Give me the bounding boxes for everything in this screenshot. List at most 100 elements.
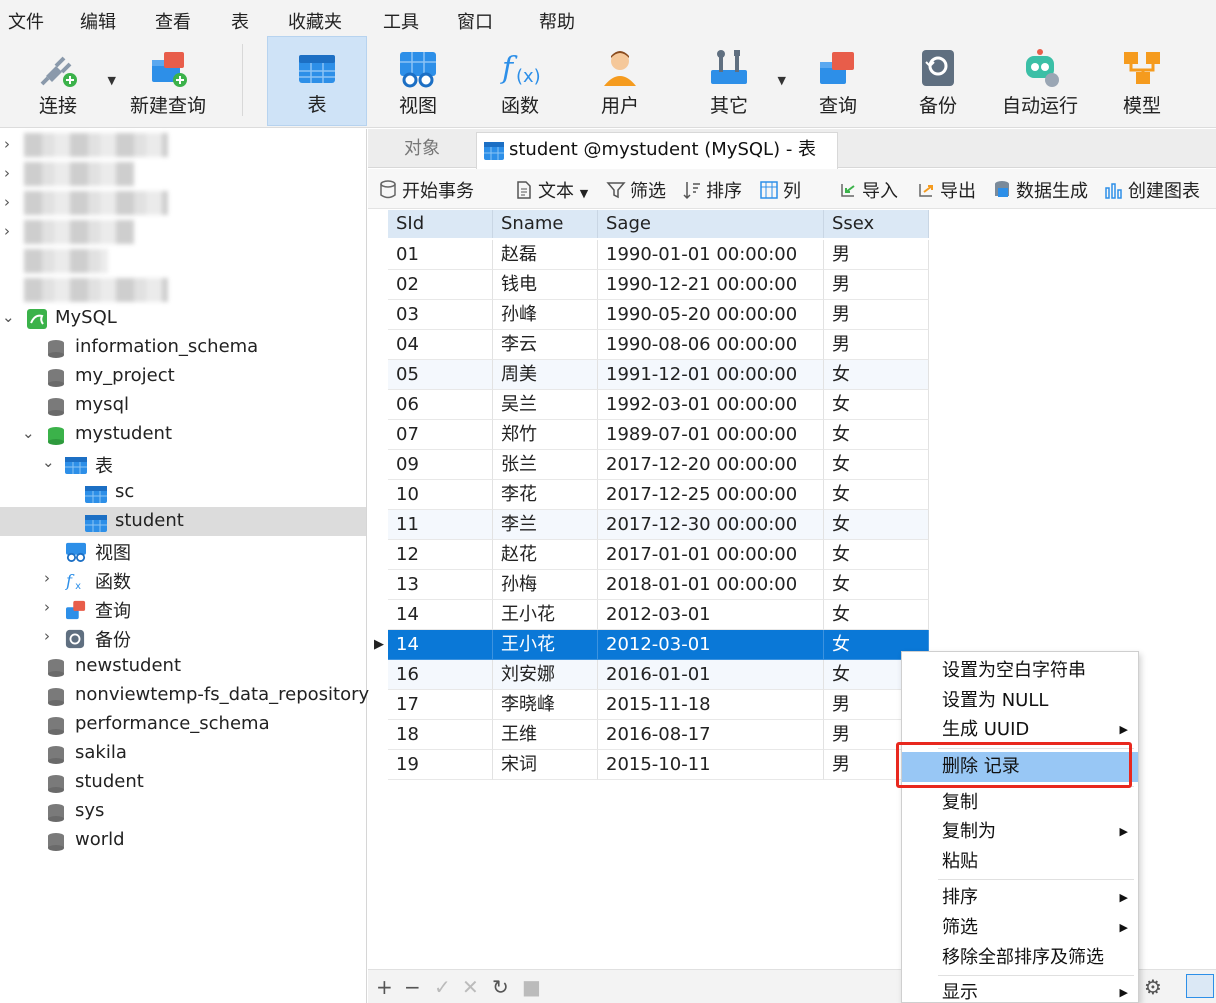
cell-sname[interactable]: 李花 [493, 480, 598, 510]
tree-db-my-project[interactable]: my_project [0, 362, 366, 391]
cell-sage[interactable]: 2012-03-01 [598, 630, 824, 660]
tree-backups-folder[interactable]: › 备份 [0, 623, 366, 652]
cell-sname[interactable]: 王小花 [493, 630, 598, 660]
cell-ssex[interactable]: 女 [824, 510, 929, 540]
cell-sname[interactable]: 孙峰 [493, 300, 598, 330]
column-header-sid[interactable]: SId [388, 210, 493, 238]
begin-transaction-button[interactable]: 开始事务 [378, 177, 474, 203]
cell-sid[interactable]: 13 [388, 570, 493, 600]
model-button[interactable]: 模型 [1100, 36, 1184, 126]
cell-sname[interactable]: 王维 [493, 720, 598, 750]
menu-display[interactable]: 显示 ▶ [902, 978, 1138, 1003]
chevron-right-icon[interactable]: › [44, 598, 50, 616]
cell-sname[interactable]: 赵磊 [493, 240, 598, 270]
tab-objects[interactable]: 对象 [372, 133, 472, 168]
menu-edit[interactable]: 编辑 [80, 8, 116, 34]
cell-ssex[interactable]: 女 [824, 360, 929, 390]
cell-sage[interactable]: 2017-12-20 00:00:00 [598, 450, 824, 480]
filter-button[interactable]: 筛选 [606, 177, 666, 203]
tree-db-sakila[interactable]: sakila [0, 739, 366, 768]
chevron-right-icon[interactable]: › [4, 193, 10, 211]
menu-filter[interactable]: 筛选 ▶ [902, 913, 1138, 943]
cell-sid[interactable]: 18 [388, 720, 493, 750]
tree-table-sc[interactable]: sc [0, 478, 366, 507]
cell-sage[interactable]: 2015-10-11 [598, 750, 824, 780]
discard-changes-icon[interactable]: ✕ [462, 975, 479, 999]
cell-sage[interactable]: 1990-01-01 00:00:00 [598, 240, 824, 270]
menu-help[interactable]: 帮助 [539, 8, 575, 34]
cell-sname[interactable]: 钱电 [493, 270, 598, 300]
user-button[interactable]: 用户 [576, 36, 664, 126]
cell-sid[interactable]: 16 [388, 660, 493, 690]
cell-sage[interactable]: 1992-03-01 00:00:00 [598, 390, 824, 420]
cell-sid[interactable]: 05 [388, 360, 493, 390]
tree-db-mystudent[interactable]: ⌄ mystudent [0, 420, 366, 449]
obscured-connection[interactable]: › [0, 131, 366, 160]
table-row[interactable]: 19 宋词 2015-10-11 男 [370, 750, 930, 780]
menu-tools[interactable]: 工具 [383, 8, 419, 34]
menu-favorites[interactable]: 收藏夹 [288, 8, 342, 34]
table-row[interactable]: 07 郑竹 1989-07-01 00:00:00 女 [370, 420, 930, 450]
delete-record-icon[interactable]: − [404, 975, 421, 999]
table-row[interactable]: 18 王维 2016-08-17 男 [370, 720, 930, 750]
cell-sid[interactable]: 04 [388, 330, 493, 360]
cell-sid[interactable]: 01 [388, 240, 493, 270]
menu-copy[interactable]: 复制 [902, 788, 1138, 818]
table-row[interactable]: 14 王小花 2012-03-01 女 [370, 600, 930, 630]
import-button[interactable]: 导入 [838, 177, 898, 203]
table-row[interactable]: 03 孙峰 1990-05-20 00:00:00 男 [370, 300, 930, 330]
chevron-right-icon[interactable]: › [4, 164, 10, 182]
chevron-right-icon[interactable]: › [4, 135, 10, 153]
chevron-down-icon[interactable]: ▼ [778, 74, 786, 87]
cell-sage[interactable]: 2017-12-25 00:00:00 [598, 480, 824, 510]
chevron-down-icon[interactable]: ⌄ [2, 308, 15, 326]
tree-db-world[interactable]: world [0, 826, 366, 855]
cell-sid[interactable]: 14 [388, 630, 493, 660]
table-row[interactable]: ▶ 14 王小花 2012-03-01 女 [370, 630, 930, 660]
menu-copy-as[interactable]: 复制为 ▶ [902, 817, 1138, 847]
menu-paste[interactable]: 粘贴 [902, 847, 1138, 877]
menu-set-null[interactable]: 设置为 NULL [902, 686, 1138, 716]
cell-sid[interactable]: 03 [388, 300, 493, 330]
cell-sid[interactable]: 11 [388, 510, 493, 540]
cell-sage[interactable]: 2016-01-01 [598, 660, 824, 690]
table-row[interactable]: 02 钱电 1990-12-21 00:00:00 男 [370, 270, 930, 300]
cell-sid[interactable]: 07 [388, 420, 493, 450]
cell-ssex[interactable]: 女 [824, 450, 929, 480]
columns-button[interactable]: 列 [759, 177, 801, 203]
menu-remove-sort-filter[interactable]: 移除全部排序及筛选 [902, 943, 1138, 973]
table-row[interactable]: 16 刘安娜 2016-01-01 女 [370, 660, 930, 690]
cell-sname[interactable]: 张兰 [493, 450, 598, 480]
column-header-sname[interactable]: Sname [493, 210, 598, 238]
chevron-right-icon[interactable]: › [44, 569, 50, 587]
cell-sid[interactable]: 19 [388, 750, 493, 780]
settings-gear-icon[interactable]: ⚙ [1144, 975, 1162, 999]
stop-icon[interactable]: ■ [522, 975, 541, 999]
cell-sname[interactable]: 郑竹 [493, 420, 598, 450]
cell-sname[interactable]: 李兰 [493, 510, 598, 540]
cell-sage[interactable]: 2016-08-17 [598, 720, 824, 750]
cell-sage[interactable]: 1990-05-20 00:00:00 [598, 300, 824, 330]
tree-mysql-connection[interactable]: ⌄ MySQL [0, 304, 366, 333]
add-record-icon[interactable]: + [376, 975, 393, 999]
cell-ssex[interactable]: 男 [824, 240, 929, 270]
menu-set-empty-string[interactable]: 设置为空白字符串 [902, 656, 1138, 686]
table-row[interactable]: 05 周美 1991-12-01 00:00:00 女 [370, 360, 930, 390]
chevron-down-icon[interactable]: ▼ [580, 187, 588, 200]
tree-db-newstudent[interactable]: newstudent [0, 652, 366, 681]
chevron-down-icon[interactable]: ▼ [108, 74, 116, 87]
chevron-right-icon[interactable]: › [44, 627, 50, 645]
obscured-connection[interactable] [0, 247, 366, 276]
table-row[interactable]: 11 李兰 2017-12-30 00:00:00 女 [370, 510, 930, 540]
cell-sage[interactable]: 1990-12-21 00:00:00 [598, 270, 824, 300]
tree-tables-folder[interactable]: ⌄ 表 [0, 449, 366, 478]
cell-sage[interactable]: 1991-12-01 00:00:00 [598, 360, 824, 390]
cell-sname[interactable]: 王小花 [493, 600, 598, 630]
grid-view-toggle-icon[interactable] [1186, 974, 1214, 998]
obscured-connection[interactable] [0, 276, 366, 305]
tree-db-student[interactable]: student [0, 768, 366, 797]
tree-db-performance-schema[interactable]: performance_schema [0, 710, 366, 739]
table-row[interactable]: 09 张兰 2017-12-20 00:00:00 女 [370, 450, 930, 480]
cell-ssex[interactable]: 女 [824, 480, 929, 510]
cell-sage[interactable]: 2012-03-01 [598, 600, 824, 630]
